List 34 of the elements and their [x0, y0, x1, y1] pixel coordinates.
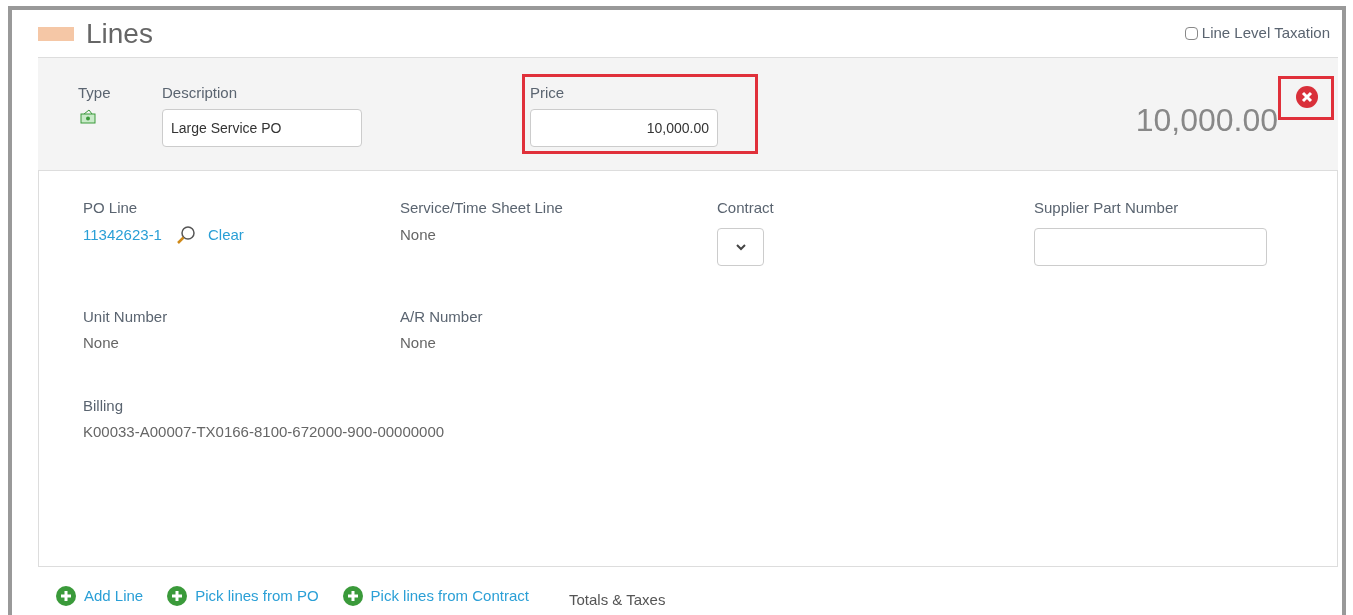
field-value: K00033-A00007-TX0166-8100-672000-900-00000000 — [83, 422, 445, 442]
field-label: Unit Number — [83, 306, 169, 327]
remove-icon[interactable] — [1296, 86, 1318, 108]
section-icon — [38, 26, 74, 41]
action-link[interactable]: Pick lines from Contract — [370, 585, 529, 608]
field-label: PO Line — [83, 198, 139, 218]
field-label: Supplier Part Number — [1034, 198, 1180, 218]
money-icon — [80, 108, 96, 125]
field-value: None — [83, 333, 120, 353]
action-link[interactable]: Add Line — [84, 585, 144, 608]
field-value: None — [400, 333, 437, 353]
action-link[interactable]: Pick lines from PO — [195, 585, 319, 608]
field-label: Service/Time Sheet Line — [400, 198, 564, 218]
field-label: Price — [530, 83, 566, 103]
line-total: 10,000.00 — [1135, 101, 1278, 140]
chevron-down-icon — [734, 242, 747, 251]
field-label: Contract — [717, 198, 775, 218]
add-icon — [167, 586, 188, 607]
clear-link[interactable]: Clear — [207, 223, 244, 246]
field-label: Type — [78, 83, 112, 103]
field-value: None — [400, 224, 437, 245]
description-field[interactable]: Large Service PO — [162, 108, 362, 147]
totals-tab[interactable]: Totals & Taxes — [569, 589, 666, 612]
line-level-taxation-checkbox[interactable] — [1184, 27, 1198, 40]
field-label: Description — [162, 83, 239, 103]
price-field[interactable]: 10,000.00 — [530, 108, 718, 147]
add-icon — [56, 586, 76, 607]
add-icon — [342, 586, 363, 607]
field-label: Billing — [83, 395, 125, 416]
po-line-link[interactable]: 11342623-1 — [83, 223, 162, 246]
section-title: Lines — [86, 16, 153, 51]
supplier-part-number-field[interactable] — [1034, 227, 1267, 266]
field-label: A/R Number — [400, 306, 484, 327]
checkbox-label: Line Level Taxation — [1201, 23, 1330, 44]
